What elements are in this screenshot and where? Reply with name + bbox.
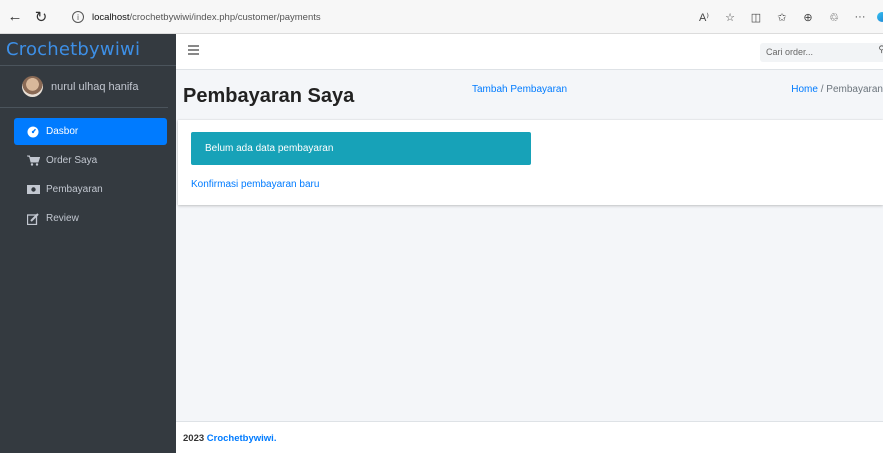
sidebar-item-label: Order Saya xyxy=(46,155,98,166)
content-header: Pembayaran Saya Tambah Pembayaran Home /… xyxy=(176,70,883,120)
sidebar-item-dasbor[interactable]: Dasbor xyxy=(14,118,167,145)
empty-alert: Belum ada data pembayaran xyxy=(191,132,531,165)
add-payment-link[interactable]: Tambah Pembayaran xyxy=(472,84,567,95)
footer: 2023 Crochetbywiwi. xyxy=(176,421,883,453)
sidebar-item-pembayaran[interactable]: Pembayaran xyxy=(14,176,167,203)
sidebar-menu: Dasbor Order Saya Pembayaran Review xyxy=(0,108,176,232)
menu-toggle-icon[interactable] xyxy=(188,45,199,55)
avatar xyxy=(22,76,43,97)
url-host: localhost xyxy=(92,11,130,23)
page-title: Pembayaran Saya xyxy=(183,85,355,107)
edit-icon xyxy=(26,212,40,225)
sidebar: Crochetbywiwi nurul ulhaq hanifa Dasbor … xyxy=(0,34,176,453)
brand-link[interactable]: Crochetbywiwi xyxy=(0,34,176,66)
sidebar-item-review[interactable]: Review xyxy=(14,205,167,232)
cart-icon xyxy=(26,155,40,166)
favorite-star-icon[interactable]: ☆ xyxy=(717,8,743,26)
copilot-icon[interactable] xyxy=(877,12,883,22)
browser-toolbar: ← ↻ i localhost/crochetbywiwi/index.php/… xyxy=(0,0,883,34)
search-input[interactable]: Cari order... xyxy=(760,43,883,62)
footer-brand-link[interactable]: Crochetbywiwi. xyxy=(207,433,277,444)
favorites-icon[interactable]: ✩ xyxy=(769,8,795,26)
search-icon[interactable]: ⚲ xyxy=(878,44,883,55)
split-screen-icon[interactable]: ◫ xyxy=(743,8,769,26)
breadcrumb-current: Pembayaran xyxy=(826,84,883,95)
back-icon[interactable]: ← xyxy=(4,6,26,28)
user-name: nurul ulhaq hanifa xyxy=(51,80,139,93)
address-bar[interactable]: i localhost/crochetbywiwi/index.php/cust… xyxy=(72,6,672,28)
sidebar-item-label: Pembayaran xyxy=(46,184,103,195)
sidebar-item-label: Review xyxy=(46,213,79,224)
refresh-icon[interactable]: ↻ xyxy=(30,6,52,28)
sidebar-item-label: Dasbor xyxy=(46,126,79,137)
read-aloud-icon[interactable]: A⁾ xyxy=(691,8,717,26)
top-navbar: Cari order... ⚲ xyxy=(176,34,883,70)
extensions-icon[interactable]: ♲ xyxy=(821,8,847,26)
breadcrumb-home[interactable]: Home xyxy=(791,84,818,95)
sidebar-item-order-saya[interactable]: Order Saya xyxy=(14,147,167,174)
confirm-payment-link[interactable]: Konfirmasi pembayaran baru xyxy=(191,179,319,190)
url-path: /crochetbywiwi/index.php/customer/paymen… xyxy=(129,11,321,23)
money-icon xyxy=(26,185,40,194)
info-icon[interactable]: i xyxy=(72,11,84,23)
breadcrumb-separator: / xyxy=(820,84,824,95)
payments-card: Belum ada data pembayaran Konfirmasi pem… xyxy=(178,120,883,205)
dashboard-icon xyxy=(26,126,40,138)
brand-text: Crochetbywiwi xyxy=(6,39,141,60)
collections-icon[interactable]: ⊕ xyxy=(795,8,821,26)
breadcrumb: Home / Pembayaran xyxy=(791,84,883,95)
more-icon[interactable]: ··· xyxy=(847,8,873,26)
footer-year: 2023 xyxy=(183,433,205,444)
user-panel[interactable]: nurul ulhaq hanifa xyxy=(0,66,168,108)
browser-toolbar-icons: A⁾ ☆ ◫ ✩ ⊕ ♲ ··· xyxy=(691,8,883,26)
